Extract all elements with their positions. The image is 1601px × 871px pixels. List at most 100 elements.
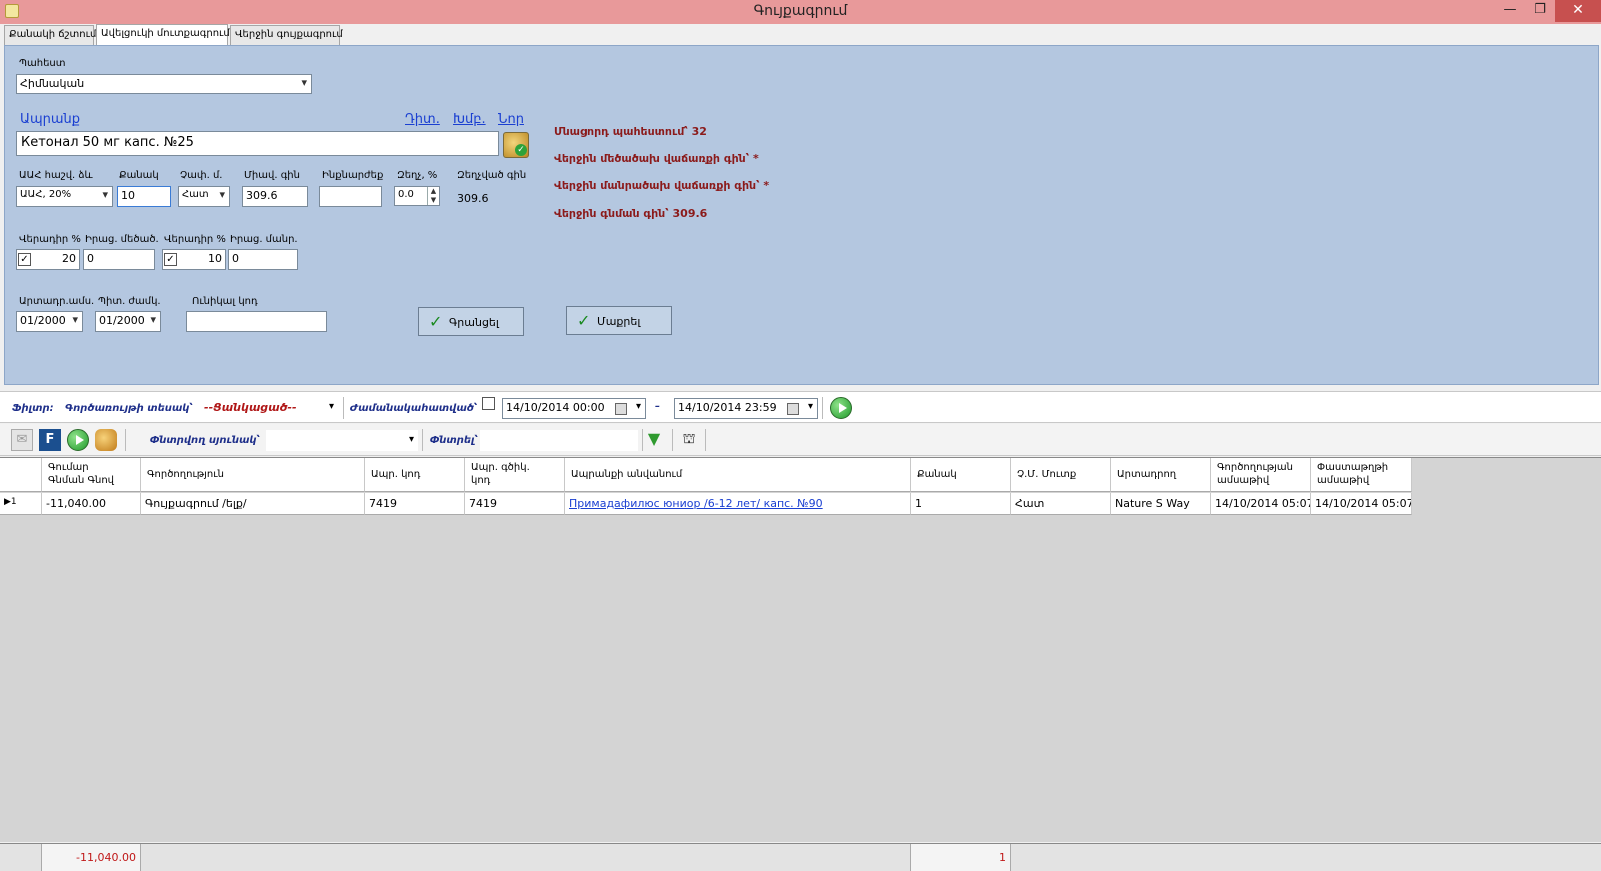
- column-header-quantity[interactable]: Քանակ: [911, 458, 1011, 492]
- production-date-select[interactable]: 01/2000: [16, 311, 83, 332]
- chevron-down-icon: ▾: [408, 434, 414, 445]
- product-picker-icon[interactable]: ✓: [503, 132, 529, 158]
- cell-operation-date[interactable]: 14/10/2014 05:07: [1211, 493, 1311, 515]
- cell-sum[interactable]: -11,040.00: [42, 493, 141, 515]
- separator: [343, 397, 344, 419]
- date-range-dash: –: [655, 401, 660, 412]
- period-checkbox[interactable]: [482, 397, 495, 410]
- delete-icon[interactable]: ✉: [11, 429, 33, 451]
- separator: [822, 397, 823, 419]
- filter-funnel-icon[interactable]: ▼: [643, 429, 665, 451]
- cell-operation[interactable]: Գույքագրում /ելք/: [141, 493, 365, 515]
- column-header-document-date[interactable]: Փաստաթղթի ամսաթիվ: [1311, 458, 1412, 492]
- cell-code[interactable]: 7419: [365, 493, 465, 515]
- cell-product-name-link[interactable]: Примадафилюс юниор /6-12 лет/ капс. №90: [565, 493, 911, 515]
- search-column-select[interactable]: ▾: [266, 430, 418, 451]
- users-icon[interactable]: [95, 429, 117, 451]
- row-indicator[interactable]: ▶1: [0, 493, 42, 515]
- vat-label: ԱԱՀ հաշվ. ձև: [19, 170, 93, 181]
- retail-retail-label: Իրաց. մանր.: [230, 234, 298, 245]
- last-retail-price: Վերջին մանրածախ վաճառքի գին՝ *: [554, 179, 770, 192]
- operation-type-value: --Ցանկացած--: [204, 401, 297, 414]
- row-header-corner: [0, 458, 42, 492]
- restore-button[interactable]: ❐: [1525, 0, 1555, 22]
- column-header-producer[interactable]: Արտադրող: [1111, 458, 1211, 492]
- calendar-icon[interactable]: [787, 403, 799, 415]
- refresh-icon[interactable]: F: [39, 429, 61, 451]
- column-header-unit[interactable]: Չ.Մ. Մուտք: [1011, 458, 1111, 492]
- cell-producer[interactable]: Nature S Way: [1111, 493, 1211, 515]
- column-header-operation-date[interactable]: Գործողության ամսաթիվ: [1211, 458, 1311, 492]
- cell-unit[interactable]: Հատ: [1011, 493, 1111, 515]
- discount-input[interactable]: 0.0 ▲ ▼: [394, 186, 440, 206]
- total-quantity: 1: [911, 844, 1011, 871]
- cost-input[interactable]: [319, 186, 382, 207]
- calendar-icon[interactable]: [615, 403, 627, 415]
- barcode-input[interactable]: [186, 311, 327, 332]
- tab-surplus-entry[interactable]: Ավելցուկի մուտքագրում: [96, 24, 230, 45]
- hierarchy-icon[interactable]: ⛫: [678, 429, 700, 451]
- column-header-operation[interactable]: Գործողություն: [141, 458, 365, 492]
- product-input[interactable]: Кетонал 50 мг капс. №25: [16, 131, 499, 156]
- column-header-barcode[interactable]: Ապր. գծիկ. կոդ: [465, 458, 565, 492]
- minimize-button[interactable]: —: [1495, 0, 1525, 22]
- unit-select[interactable]: Հատ: [178, 186, 230, 207]
- date-to-input[interactable]: 14/10/2014 23:59 ▾: [674, 398, 818, 419]
- date-from-value: 14/10/2014 00:00: [506, 401, 605, 414]
- date-from-input[interactable]: 14/10/2014 00:00 ▾: [502, 398, 646, 419]
- check-icon: ✓: [429, 312, 443, 331]
- check-badge-icon: ✓: [515, 144, 527, 156]
- vat-select[interactable]: ԱԱՀ, 20%: [16, 186, 113, 207]
- quantity-label: Քանակ: [119, 170, 159, 181]
- edit-product-link[interactable]: Խմբ.: [453, 112, 486, 127]
- clear-button-label: Մաքրել: [597, 315, 641, 328]
- unit-price-label: Միավ. գին: [244, 170, 300, 181]
- find-product-link[interactable]: Դիտ.: [405, 112, 440, 127]
- discount-spinner[interactable]: ▲ ▼: [427, 187, 439, 205]
- markup-wholesale-value: 20: [62, 252, 76, 265]
- barcode-label: Ունիկալ կոդ: [192, 296, 258, 307]
- cell-quantity[interactable]: 1: [911, 493, 1011, 515]
- register-button-label: Գրանցել: [449, 316, 499, 329]
- markup-retail-label: Վերադիր %: [164, 234, 226, 245]
- last-purchase-price: Վերջին գնման գին՝ 309.6: [554, 207, 708, 220]
- new-product-link[interactable]: Նոր: [498, 112, 524, 127]
- quantity-input[interactable]: 10: [117, 186, 171, 207]
- tab-last-inventory[interactable]: Վերջին գույքագրում: [230, 25, 343, 45]
- column-header-code[interactable]: Ապր. կոդ: [365, 458, 465, 492]
- product-label: Ապրանք: [20, 112, 81, 127]
- cell-document-date[interactable]: 14/10/2014 05:07: [1311, 493, 1412, 515]
- discounted-price-value: 309.6: [457, 192, 489, 205]
- operations-grid: Գումար Գնման Գնով Գործողություն Ապր. կոդ…: [0, 457, 1601, 842]
- chevron-down-icon: ▾: [635, 401, 641, 412]
- clear-button[interactable]: ✓ Մաքրել: [566, 306, 672, 335]
- warehouse-label: Պահեստ: [19, 58, 66, 69]
- title-bar: Գույքագրում — ❐ ✕: [0, 0, 1601, 24]
- date-to-value: 14/10/2014 23:59: [678, 401, 777, 414]
- search-input[interactable]: [480, 430, 638, 451]
- operation-type-select[interactable]: --Ցանկացած-- ▾: [200, 397, 338, 418]
- column-header-sum[interactable]: Գումար Գնման Գնով: [42, 458, 141, 492]
- expiry-date-select[interactable]: 01/2000: [95, 311, 161, 332]
- apply-filter-button[interactable]: [830, 397, 852, 419]
- totals-spacer: [141, 844, 911, 871]
- cell-barcode[interactable]: 7419: [465, 493, 565, 515]
- unit-price-input[interactable]: 309.6: [242, 186, 308, 207]
- warehouse-select[interactable]: Հիմնական: [16, 74, 312, 94]
- tab-quantity-adjust[interactable]: Քանակի ճշտում: [4, 25, 96, 45]
- column-header-product-name[interactable]: Ապրանքի անվանում: [565, 458, 911, 492]
- chevron-down-icon: ▾: [328, 401, 334, 412]
- filter-label: Ֆիլտր:: [12, 403, 54, 414]
- retail-wholesale-input[interactable]: 0: [83, 249, 155, 270]
- play-icon[interactable]: [67, 429, 89, 451]
- expiry-date-label: Պիտ. ժամկ.: [98, 296, 161, 307]
- retail-retail-input[interactable]: 0: [228, 249, 298, 270]
- markup-wholesale-checkbox[interactable]: ✓: [18, 253, 31, 266]
- retail-wholesale-label: Իրաց. մեծած.: [85, 234, 159, 245]
- unit-label: Չափ. մ.: [180, 170, 223, 181]
- register-button[interactable]: ✓ Գրանցել: [418, 307, 524, 336]
- totals-spacer: [0, 844, 42, 871]
- discounted-price-label: Զեղչված գին: [457, 170, 527, 181]
- close-button[interactable]: ✕: [1555, 0, 1601, 22]
- markup-retail-checkbox[interactable]: ✓: [164, 253, 177, 266]
